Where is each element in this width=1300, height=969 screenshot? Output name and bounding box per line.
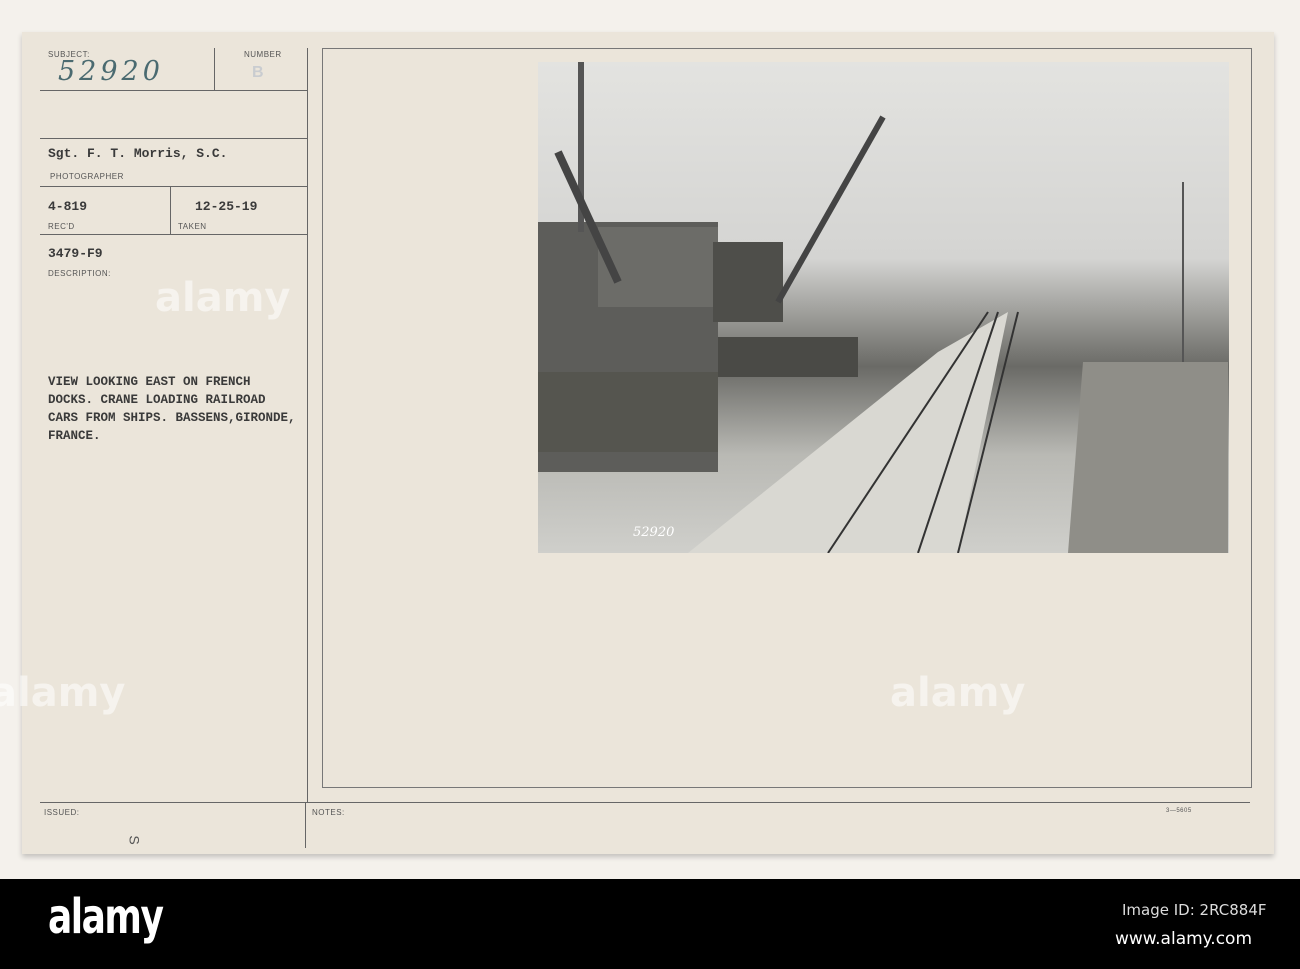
divider — [40, 234, 307, 235]
number-label: NUMBER — [244, 50, 282, 59]
crane-cab — [598, 227, 718, 307]
description-line: VIEW LOOKING EAST ON FRENCH — [48, 375, 251, 389]
divider — [40, 138, 307, 139]
photographer-name: Sgt. F. T. Morris, S.C. — [48, 146, 228, 161]
column-divider — [307, 48, 308, 802]
form-number: 3—5605 — [1166, 808, 1192, 814]
divider — [214, 48, 215, 90]
received-date: 4-819 — [48, 199, 88, 214]
watermark: alamy — [155, 275, 291, 321]
railroad-car — [718, 337, 858, 377]
file-code: 3479-F9 — [48, 246, 103, 261]
notes-label: NOTES: — [312, 808, 345, 817]
watermark: alamy — [0, 670, 126, 716]
divider — [40, 90, 307, 91]
taken-date: 12-25-19 — [195, 199, 258, 214]
description-line: FRANCE. — [48, 429, 101, 443]
gondola-car — [1068, 362, 1228, 553]
description-line: CARS FROM SHIPS. BASSENS,GIRONDE, — [48, 411, 296, 425]
divider — [305, 802, 306, 848]
divider — [170, 186, 171, 234]
bottom-divider — [40, 802, 1250, 803]
crane-boom — [775, 115, 886, 304]
railroad-car — [538, 372, 718, 452]
description-text: VIEW LOOKING EAST ON FRENCH DOCKS. CRANE… — [48, 373, 296, 445]
alamy-url: www.alamy.com — [1115, 929, 1253, 949]
description-line: DOCKS. CRANE LOADING RAILROAD — [48, 393, 266, 407]
watermark: alamy — [890, 670, 1026, 716]
description-label: DESCRIPTION: — [48, 269, 111, 278]
number-value: B — [252, 64, 264, 81]
subject-value: 52920 — [58, 56, 164, 87]
received-label: REC'D — [48, 222, 75, 231]
dock-photograph: 52920 — [538, 62, 1229, 553]
photo-stamp-number: 52920 — [633, 525, 675, 540]
image-id: Image ID: 2RC884F — [1122, 901, 1267, 919]
footer-bar: alamy Image ID: 2RC884F www.alamy.com — [0, 879, 1300, 969]
crane-cab — [713, 242, 783, 322]
taken-label: TAKEN — [178, 222, 207, 231]
dock-scene — [538, 62, 1228, 553]
alamy-logo: alamy — [48, 889, 164, 945]
photographer-label: PHOTOGRAPHER — [50, 172, 124, 181]
divider — [40, 186, 307, 187]
issued-mark: S — [126, 835, 143, 845]
issued-label: ISSUED: — [44, 808, 80, 817]
